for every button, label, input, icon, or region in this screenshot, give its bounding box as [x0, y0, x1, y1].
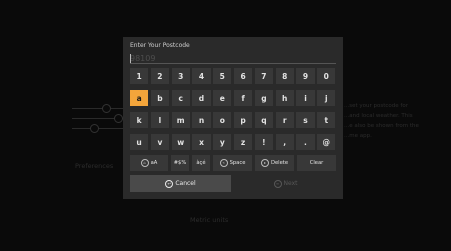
key-7[interactable]: 7	[254, 68, 273, 84]
dialog-title: Enter Your Postcode	[130, 42, 190, 49]
space-key-label: Space	[229, 160, 246, 166]
key-l[interactable]: l	[150, 112, 169, 128]
shift-circle-icon: ⌂	[140, 159, 149, 167]
key-a[interactable]: a	[130, 90, 149, 106]
cancel-button-label: Cancel	[175, 180, 196, 187]
space-key[interactable]: « Space	[213, 155, 252, 171]
key-b[interactable]: b	[150, 90, 169, 106]
key-o[interactable]: o	[213, 112, 232, 128]
key-8[interactable]: 8	[275, 68, 294, 84]
postcode-dialog: Enter Your Postcode 1234567890 abcdefghij…	[123, 37, 343, 199]
key-symbol-3-9[interactable]: @	[317, 134, 336, 150]
key-t[interactable]: t	[317, 112, 336, 128]
key-j[interactable]: j	[317, 90, 336, 106]
text-cursor	[130, 54, 131, 63]
key-q[interactable]: q	[254, 112, 273, 128]
key-p[interactable]: p	[234, 112, 253, 128]
key-6[interactable]: 6	[234, 68, 253, 84]
background-slider-graphic	[72, 100, 124, 140]
key-y[interactable]: y	[213, 134, 232, 150]
play-pause-icon: ▸	[260, 159, 269, 167]
key-2[interactable]: 2	[150, 68, 169, 84]
next-button-label: Next	[283, 180, 298, 187]
key-9[interactable]: 9	[296, 68, 315, 84]
key-v[interactable]: v	[150, 134, 169, 150]
key-5[interactable]: 5	[213, 68, 232, 84]
key-3[interactable]: 3	[171, 68, 190, 84]
clear-key[interactable]: Clear	[297, 155, 336, 171]
accents-key[interactable]: àçé	[192, 155, 210, 171]
key-w[interactable]: w	[171, 134, 190, 150]
key-symbol-3-6[interactable]: !	[254, 134, 273, 150]
key-z[interactable]: z	[234, 134, 253, 150]
shift-key-label: aA	[150, 160, 158, 166]
key-i[interactable]: i	[296, 90, 315, 106]
delete-key-label: Delete	[270, 160, 289, 166]
key-h[interactable]: h	[275, 90, 294, 106]
back-circle-icon: ↩	[165, 179, 174, 188]
key-s[interactable]: s	[296, 112, 315, 128]
delete-key[interactable]: ▸ Delete	[255, 155, 294, 171]
key-4[interactable]: 4	[192, 68, 211, 84]
rewind-icon: «	[219, 159, 228, 167]
key-1[interactable]: 1	[130, 68, 149, 84]
key-symbol-3-7[interactable]: ,	[275, 134, 294, 150]
key-g[interactable]: g	[254, 90, 273, 106]
key-u[interactable]: u	[130, 134, 149, 150]
key-d[interactable]: d	[192, 90, 211, 106]
key-m[interactable]: m	[171, 112, 190, 128]
postcode-input[interactable]	[130, 53, 336, 64]
key-n[interactable]: n	[192, 112, 211, 128]
background-metric-label: Metric units	[190, 216, 229, 224]
key-f[interactable]: f	[234, 90, 253, 106]
key-c[interactable]: c	[171, 90, 190, 106]
shift-key[interactable]: ⌂ aA	[130, 155, 168, 171]
key-e[interactable]: e	[213, 90, 232, 106]
menu-circle-icon: ≡	[273, 179, 282, 188]
key-symbol-3-8[interactable]: .	[296, 134, 315, 150]
key-x[interactable]: x	[192, 134, 211, 150]
next-button[interactable]: ≡ Next	[235, 175, 336, 192]
background-description: ...set your postcode for ...and local we…	[344, 103, 419, 139]
key-r[interactable]: r	[275, 112, 294, 128]
key-0[interactable]: 0	[317, 68, 336, 84]
key-k[interactable]: k	[130, 112, 149, 128]
cancel-button[interactable]: ↩ Cancel	[130, 175, 231, 192]
symbols-key[interactable]: #$%	[171, 155, 189, 171]
background-preferences-label: Preferences	[75, 162, 114, 170]
